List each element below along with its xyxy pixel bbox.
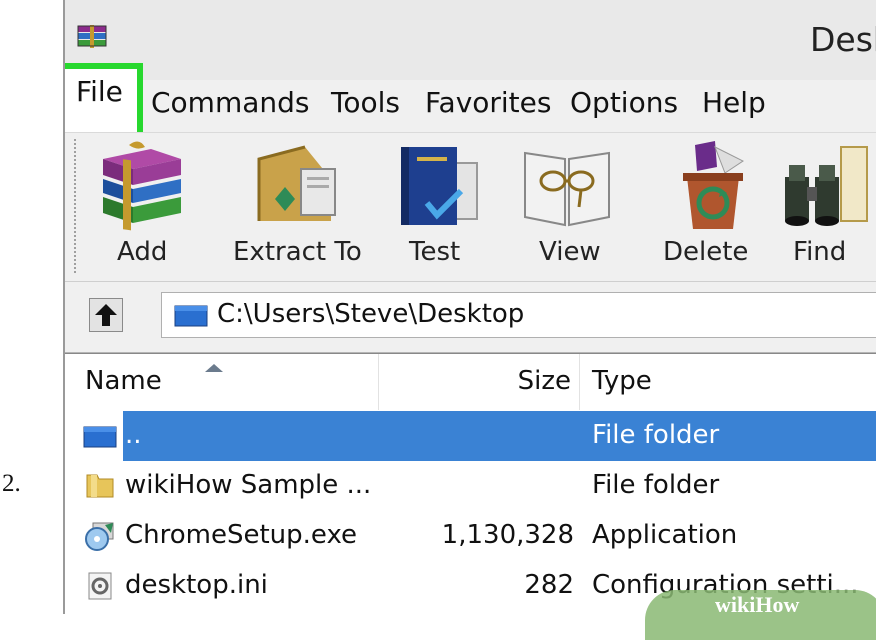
toolbar-grip[interactable] — [74, 139, 78, 273]
file-size: 1,130,328 — [441, 520, 574, 550]
find-button[interactable]: Find — [781, 133, 876, 279]
test-book-check-icon — [401, 147, 478, 225]
address-path: C:\Users\Steve\Desktop — [217, 299, 525, 329]
find-label: Find — [793, 237, 847, 267]
step-number: 2. — [2, 470, 21, 497]
file-list: Name Size Type .. File folder wikiHow Sa… — [65, 353, 876, 614]
view-label: View — [539, 237, 601, 267]
file-name: desktop.ini — [125, 570, 268, 600]
view-glasses-book-icon — [524, 151, 610, 227]
menu-item-help[interactable]: Help — [702, 86, 766, 119]
winrar-books-icon — [77, 25, 107, 48]
toolbar: Add Extract To Test View Delete Find — [65, 132, 876, 279]
selection-highlight — [123, 411, 876, 461]
column-header-size[interactable]: Size — [379, 354, 579, 410]
file-name: ChromeSetup.exe — [125, 520, 358, 550]
file-menu-highlight: File — [65, 63, 143, 139]
file-size: 282 — [524, 570, 574, 600]
folder-icon — [174, 305, 208, 327]
menu-bar: File Commands Tools Favorites Options He… — [65, 63, 876, 139]
sort-ascending-icon — [205, 364, 223, 372]
column-header-type[interactable]: Type — [580, 354, 876, 410]
column-header-name[interactable]: Name — [65, 354, 378, 410]
delete-recycle-icon — [683, 141, 744, 229]
title-bar: Desk — [65, 0, 876, 80]
installer-icon — [85, 522, 114, 551]
view-button[interactable]: View — [513, 133, 633, 279]
address-bar: C:\Users\Steve\Desktop — [65, 281, 876, 353]
window-title: Desk — [810, 20, 876, 59]
extract-to-button[interactable]: Extract To — [229, 133, 369, 279]
winrar-window: Desk File Commands Tools Favorites Optio… — [63, 0, 876, 614]
settings-file-icon — [88, 572, 112, 600]
test-button[interactable]: Test — [385, 133, 495, 279]
find-binoculars-icon — [785, 146, 868, 226]
delete-button[interactable]: Delete — [659, 133, 769, 279]
file-type: File folder — [592, 420, 720, 450]
menu-item-favorites[interactable]: Favorites — [425, 86, 551, 119]
address-path-field[interactable]: C:\Users\Steve\Desktop — [161, 292, 876, 338]
file-row-wikihow-sample[interactable]: wikiHow Sample ... File folder — [65, 461, 876, 511]
delete-label: Delete — [663, 237, 749, 267]
file-row-chromesetup[interactable]: ChromeSetup.exe 1,130,328 Application — [65, 511, 876, 561]
extract-to-label: Extract To — [233, 237, 362, 267]
extract-folder-icon — [257, 145, 336, 221]
archive-books-icon — [103, 141, 181, 231]
folder-icon — [83, 426, 117, 448]
file-name: wikiHow Sample ... — [125, 470, 372, 500]
add-label: Add — [117, 237, 168, 267]
menu-item-options[interactable]: Options — [570, 86, 678, 119]
menu-item-tools[interactable]: Tools — [331, 86, 400, 119]
menu-item-commands[interactable]: Commands — [151, 86, 310, 119]
file-type: File folder — [592, 470, 720, 500]
file-name: .. — [125, 420, 142, 450]
up-arrow-icon — [95, 304, 117, 326]
up-folder-button[interactable] — [89, 298, 123, 332]
test-label: Test — [409, 237, 461, 267]
file-type: Application — [592, 520, 738, 550]
add-button[interactable]: Add — [89, 133, 199, 279]
file-row-parent[interactable]: .. File folder — [65, 411, 876, 461]
menu-item-file[interactable]: File — [76, 75, 123, 108]
yellow-folder-icon — [86, 474, 114, 498]
wikihow-watermark: wikiHow — [715, 592, 800, 617]
